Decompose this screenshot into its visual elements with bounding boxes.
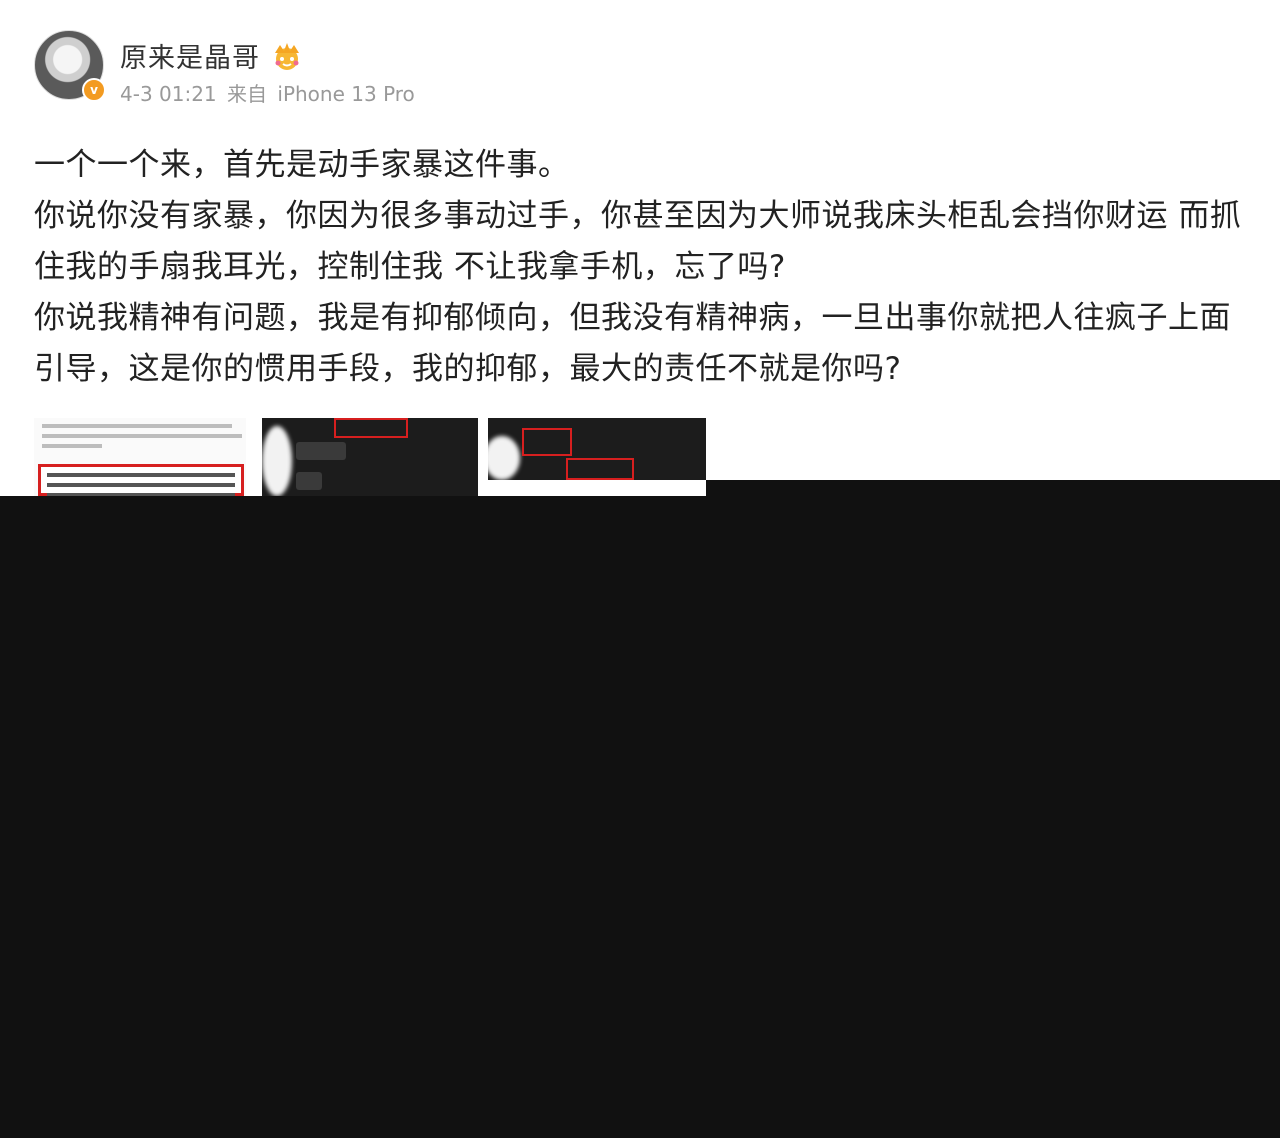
post-device: iPhone 13 Pro [277,82,415,106]
dark-overlay [0,496,1280,1138]
username-row: 原来是晶哥 [120,36,304,75]
verified-badge-icon: v [82,78,106,102]
post-meta: 4-3 01:21 来自 iPhone 13 Pro [120,78,419,107]
image-thumbnail[interactable] [488,418,706,480]
post-header: v 原来是晶哥 4-3 01:21 来自 iPhone 13 Pro [34,30,634,106]
dark-overlay [706,480,1280,496]
username[interactable]: 原来是晶哥 [120,36,260,75]
post-body: 一个一个来，首先是动手家暴这件事。 你说你没有家暴，你因为很多事动过手，你甚至因… [34,140,1246,395]
image-thumbnail[interactable] [262,418,478,496]
post-paragraph: 你说你没有家暴，你因为很多事动过手，你甚至因为大师说我床头柜乱会挡你财运 而抓住… [34,198,1242,285]
image-thumbnail[interactable] [34,418,246,496]
post-timestamp: 4-3 01:21 [120,82,217,106]
post-paragraph: 你说我精神有问题，我是有抑郁倾向，但我没有精神病，一旦出事你就把人往疯子上面引导… [34,300,1231,387]
post-paragraph: 一个一个来，首先是动手家暴这件事。 [34,147,570,183]
crown-icon [275,42,299,70]
post-source-prefix: 来自 [227,82,268,106]
